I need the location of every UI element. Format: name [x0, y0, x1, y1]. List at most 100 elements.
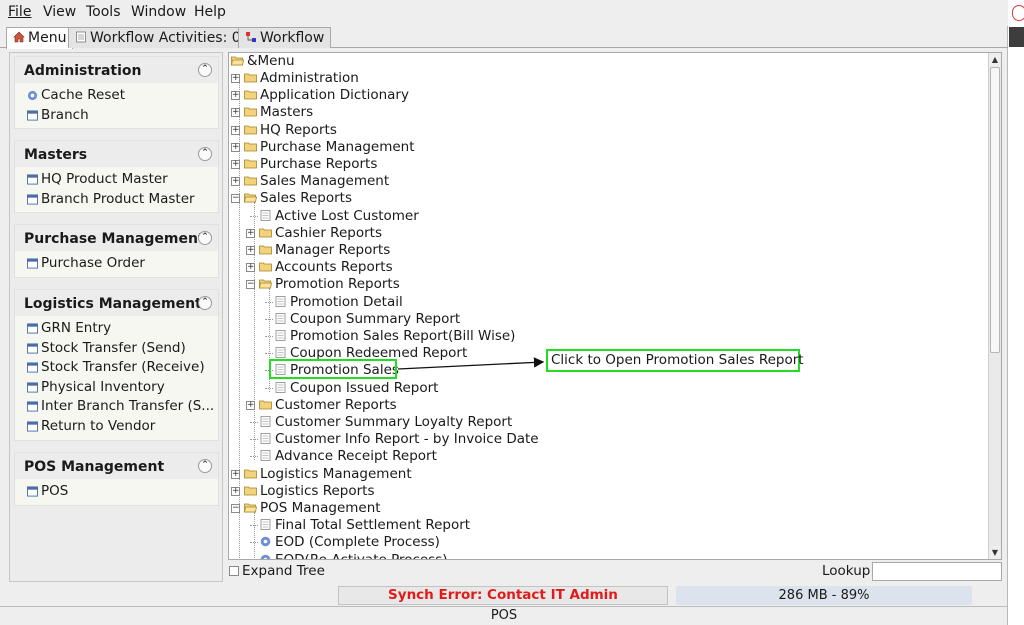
- folder-open-icon: [244, 193, 257, 203]
- sidebar-item-purchase-order[interactable]: Purchase Order: [15, 255, 218, 275]
- sidebar-item-stock-transfer-receive[interactable]: Stock Transfer (Receive): [15, 359, 218, 379]
- folder-open-icon: [231, 56, 244, 66]
- expand-node-icon[interactable]: +: [246, 228, 255, 238]
- section-title: Administration: [24, 63, 142, 79]
- report-document-icon: [275, 347, 286, 359]
- sync-error-button[interactable]: Synch Error: Contact IT Admin: [338, 586, 668, 605]
- expand-node-icon[interactable]: +: [231, 125, 240, 135]
- tree-connector: [250, 422, 258, 423]
- sidebar-section-logistics-management: Logistics Management ⌃ GRN Entry Stock Tr…: [14, 289, 219, 441]
- tree-node-label: Application Dictionary: [260, 87, 409, 104]
- expand-node-icon[interactable]: +: [231, 469, 240, 479]
- collapse-node-icon[interactable]: −: [231, 194, 240, 204]
- window-icon: [27, 362, 38, 373]
- menu-window[interactable]: Window: [131, 4, 186, 20]
- tab-workflow[interactable]: Workflow: [238, 27, 332, 48]
- scroll-up-icon[interactable]: ▲: [989, 53, 1001, 66]
- folder-icon: [244, 90, 257, 100]
- home-icon: [13, 31, 25, 43]
- tab-workflow-activities[interactable]: Workflow Activities: 0: [68, 27, 248, 48]
- collapse-icon[interactable]: ⌃: [198, 63, 212, 77]
- collapse-icon[interactable]: ⌃: [198, 147, 212, 161]
- collapse-icon[interactable]: ⌃: [198, 231, 212, 245]
- sidebar-item-physical-inventory[interactable]: Physical Inventory: [15, 379, 218, 399]
- tree-node-label: Cashier Reports: [275, 224, 382, 241]
- section-header: Purchase Management ⌃: [15, 225, 218, 251]
- report-document-icon: [260, 433, 271, 445]
- tree-node-label: Manager Reports: [275, 242, 391, 258]
- expand-tree-checkbox[interactable]: [229, 566, 239, 576]
- expand-node-icon[interactable]: +: [231, 160, 240, 169]
- sidebar-item-branch-product-master[interactable]: Branch Product Master: [15, 191, 218, 211]
- menu-view[interactable]: View: [43, 4, 76, 20]
- sidebar-item-label: Cache Reset: [41, 87, 125, 103]
- sidebar-item-hq-product-master[interactable]: HQ Product Master: [15, 171, 218, 191]
- menu-help[interactable]: Help: [194, 4, 226, 20]
- expand-node-icon[interactable]: +: [246, 400, 255, 410]
- tree-connector: [265, 387, 273, 389]
- tree-node-label: Advance Receipt Report: [275, 448, 437, 465]
- section-title: Purchase Management: [24, 231, 205, 247]
- sidebar-item-label: Stock Transfer (Receive): [41, 359, 205, 375]
- application-window: File View Tools Window Help Menu Workflo…: [0, 0, 1008, 625]
- tab-workflow-activities-label: Workflow Activities: 0: [90, 30, 241, 46]
- collapse-icon[interactable]: ⌃: [198, 296, 212, 310]
- sidebar-item-inter-branch-transfer[interactable]: Inter Branch Transfer (S...: [15, 398, 218, 418]
- collapse-node-icon[interactable]: −: [246, 280, 255, 290]
- sidebar-item-label: HQ Product Master: [41, 171, 168, 187]
- tree-node-label: Promotion Reports: [275, 276, 400, 293]
- expand-node-icon[interactable]: +: [231, 486, 240, 496]
- background-window-edge: [1009, 0, 1024, 625]
- expand-node-icon[interactable]: +: [246, 246, 255, 255]
- report-document-icon: [260, 416, 271, 427]
- tree-connector: [265, 336, 273, 337]
- folder-icon: [244, 142, 257, 152]
- window-icon: [27, 193, 38, 205]
- expand-tree-label[interactable]: Expand Tree: [242, 563, 325, 579]
- tree-node-label: Sales Management: [260, 173, 390, 190]
- sidebar-item-grn-entry[interactable]: GRN Entry: [15, 320, 218, 340]
- lookup-input[interactable]: [872, 562, 1002, 581]
- tree-vertical-scrollbar[interactable]: ▲ ▼: [988, 53, 1001, 559]
- window-icon: [27, 486, 38, 497]
- report-document-icon: [275, 330, 286, 341]
- collapse-node-icon[interactable]: −: [231, 504, 240, 513]
- tree-connector: [250, 439, 258, 441]
- sidebar-item-label: Purchase Order: [41, 255, 145, 271]
- tree-connector: [265, 301, 273, 303]
- sidebar-item-return-to-vendor[interactable]: Return to Vendor: [15, 418, 218, 438]
- tree-connector: [254, 512, 255, 559]
- tree-node-label: Purchase Reports: [260, 156, 378, 172]
- memory-indicator[interactable]: 286 MB - 89%: [676, 586, 972, 605]
- report-document-icon: [260, 519, 271, 531]
- window-icon: [27, 381, 38, 393]
- expand-node-icon[interactable]: +: [231, 142, 240, 152]
- folder-icon: [244, 73, 257, 83]
- process-gear-icon: [260, 554, 271, 559]
- expand-node-icon[interactable]: +: [231, 74, 240, 83]
- window-icon: [27, 258, 38, 269]
- tree-node-label: Customer Reports: [275, 396, 397, 413]
- sidebar-item-label: Inter Branch Transfer (S...: [41, 398, 215, 414]
- sidebar-item-cache-reset[interactable]: Cache Reset: [15, 87, 218, 107]
- tab-strip: Menu Workflow Activities: 0 Workflow: [0, 26, 1008, 49]
- folder-icon: [244, 486, 257, 496]
- sidebar-item-pos[interactable]: POS: [15, 483, 218, 503]
- expand-node-icon[interactable]: +: [231, 91, 240, 101]
- sidebar-section-pos-management: POS Management ⌃ POS: [14, 452, 219, 506]
- sidebar-item-branch[interactable]: Branch: [15, 107, 218, 127]
- menu-file[interactable]: File: [8, 4, 31, 20]
- expand-node-icon[interactable]: +: [231, 108, 240, 118]
- expand-node-icon[interactable]: +: [231, 177, 240, 187]
- status-row: Synch Error: Contact IT Admin 286 MB - 8…: [0, 584, 1008, 606]
- sidebar-item-stock-transfer-send[interactable]: Stock Transfer (Send): [15, 340, 218, 360]
- scroll-thumb[interactable]: [990, 67, 1000, 353]
- tab-menu[interactable]: Menu: [6, 27, 74, 49]
- collapse-icon[interactable]: ⌃: [198, 459, 212, 473]
- tree-node-label: Final Total Settlement Report: [275, 517, 471, 534]
- folder-icon: [259, 400, 272, 410]
- expand-node-icon[interactable]: +: [246, 263, 255, 273]
- scroll-down-icon[interactable]: ▼: [989, 546, 1001, 559]
- tree-connector: [250, 542, 258, 544]
- menu-tools[interactable]: Tools: [86, 4, 121, 20]
